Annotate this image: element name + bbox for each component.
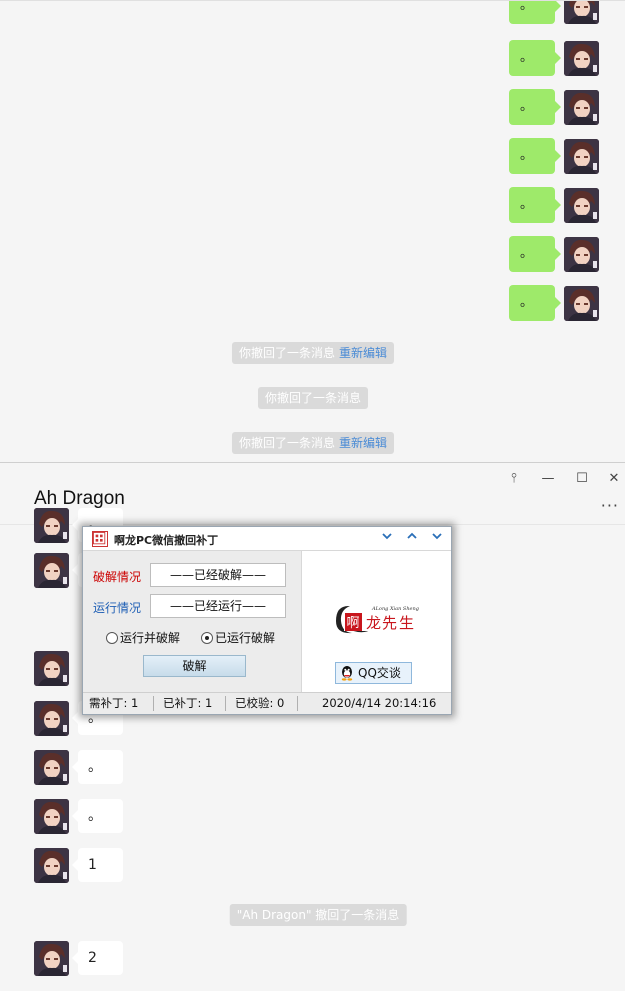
verified-count: 已校验: 0	[235, 696, 285, 710]
chevron-down-icon[interactable]	[429, 530, 445, 546]
outgoing-message[interactable]: 。	[509, 236, 561, 272]
minimize-button[interactable]: —	[538, 469, 558, 489]
avatar[interactable]	[34, 848, 69, 883]
run-status-label: 运行情况	[93, 601, 142, 615]
recall-notice: 你撤回了一条消息	[257, 387, 369, 409]
pin-icon[interactable]: ⫯	[504, 469, 524, 489]
qq-chat-button[interactable]: QQ交谈	[335, 662, 412, 684]
svg-text:先: 先	[382, 614, 397, 632]
status-divider	[153, 696, 154, 711]
message-text: 。	[88, 808, 102, 824]
re-edit-link[interactable]: 重新编辑	[339, 346, 387, 360]
message-text: 1	[88, 857, 97, 873]
recall-notice: "Ah Dragon" 撤回了一条消息	[229, 904, 407, 926]
status-bar: 需补丁: 1 已补丁: 1 已校验: 0 2020/4/14 20:14:16	[83, 692, 451, 714]
outgoing-message[interactable]: 。	[509, 40, 561, 76]
message-text: 。	[520, 197, 534, 212]
incoming-message[interactable]: 。	[72, 799, 123, 833]
app-logo-icon	[92, 531, 108, 547]
avatar[interactable]	[564, 139, 599, 174]
radio-label: 运行并破解	[120, 631, 181, 645]
dialog-title: 啊龙PC微信撤回补丁	[114, 534, 219, 547]
avatar[interactable]	[564, 90, 599, 125]
message-text: 。	[520, 148, 534, 163]
avatar[interactable]	[34, 750, 69, 785]
maximize-button[interactable]: ☐	[572, 469, 592, 489]
dialog-controls: 破解情况 ——已经破解—— 运行情况 ——已经运行—— 运行并破解 已运行破解 …	[83, 551, 301, 692]
brand-logo: 啊 龙 先 生 ALong Xian Sheng	[332, 601, 422, 637]
outgoing-message[interactable]: 。	[509, 138, 561, 174]
message-text: 。	[520, 295, 534, 310]
recall-notice: 你撤回了一条消息 重新编辑	[231, 432, 395, 454]
crack-status-label: 破解情况	[93, 570, 142, 584]
incoming-message[interactable]: 1	[72, 848, 123, 882]
radio-checked-icon	[201, 632, 213, 644]
radio-unchecked-icon	[106, 632, 118, 644]
previous-chat-pane: 。 。 。 。 。 。 。 你撤回了一条消息 重新编辑 你撤回了一条消息 你撤回了…	[0, 0, 625, 462]
radio-label: 已运行破解	[215, 631, 276, 645]
message-text: 。	[520, 50, 534, 65]
outgoing-message[interactable]: 。	[509, 0, 561, 24]
status-divider	[225, 696, 226, 711]
message-text: 2	[88, 950, 97, 966]
avatar[interactable]	[564, 237, 599, 272]
need-patch-count: 需补丁: 1	[89, 696, 139, 710]
crack-button[interactable]: 破解	[143, 655, 246, 677]
patch-dialog: 啊龙PC微信撤回补丁 破解情况 ——已经破解—— 运行情况 ——已经运行—— 运…	[82, 526, 452, 715]
outgoing-message[interactable]: 。	[509, 285, 561, 321]
dialog-title-bar[interactable]: 啊龙PC微信撤回补丁	[83, 527, 451, 551]
run-and-crack-radio[interactable]: 运行并破解	[106, 629, 180, 646]
incoming-message[interactable]: 。	[72, 750, 123, 784]
run-status-field: ——已经运行——	[150, 594, 286, 618]
avatar[interactable]	[34, 508, 69, 543]
message-text: 。	[520, 0, 534, 13]
crack-status-field: ——已经破解——	[150, 563, 286, 587]
avatar[interactable]	[564, 286, 599, 321]
message-text: 。	[520, 99, 534, 114]
notice-text: "Ah Dragon" 撤回了一条消息	[236, 908, 400, 922]
already-running-radio[interactable]: 已运行破解	[201, 629, 275, 646]
chevron-down-icon[interactable]	[379, 530, 395, 546]
incoming-message[interactable]: 2	[72, 941, 123, 975]
svg-text:龙: 龙	[366, 614, 381, 632]
chat-title: Ah Dragon	[34, 488, 125, 509]
avatar[interactable]	[34, 651, 69, 686]
avatar[interactable]	[34, 553, 69, 588]
patched-count: 已补丁: 1	[163, 696, 213, 710]
outgoing-message[interactable]: 。	[509, 89, 561, 125]
avatar[interactable]	[564, 41, 599, 76]
avatar[interactable]	[34, 701, 69, 736]
close-button[interactable]: ✕	[604, 469, 624, 489]
qq-button-label: QQ交谈	[358, 666, 401, 680]
status-datetime: 2020/4/14 20:14:16	[322, 696, 437, 710]
message-text: 。	[520, 246, 534, 261]
svg-text:生: 生	[399, 614, 414, 632]
re-edit-link[interactable]: 重新编辑	[339, 436, 387, 450]
notice-text: 你撤回了一条消息	[238, 346, 335, 360]
qq-penguin-icon	[340, 665, 354, 681]
message-text: 。	[88, 759, 102, 775]
recall-notice: 你撤回了一条消息 重新编辑	[231, 342, 395, 364]
notice-text: 你撤回了一条消息	[264, 391, 362, 405]
more-options-button[interactable]: ···	[601, 496, 619, 515]
brand-panel: 啊 龙 先 生 ALong Xian Sheng QQ交谈	[301, 551, 451, 692]
chevron-up-icon[interactable]	[404, 530, 420, 546]
avatar[interactable]	[34, 941, 69, 976]
notice-text: 你撤回了一条消息	[238, 436, 335, 450]
outgoing-message[interactable]: 。	[509, 187, 561, 223]
avatar[interactable]	[564, 188, 599, 223]
avatar[interactable]	[34, 799, 69, 834]
status-divider	[297, 696, 298, 711]
svg-text:ALong Xian Sheng: ALong Xian Sheng	[371, 606, 419, 612]
svg-text:啊: 啊	[347, 616, 360, 631]
avatar[interactable]	[564, 1, 599, 24]
